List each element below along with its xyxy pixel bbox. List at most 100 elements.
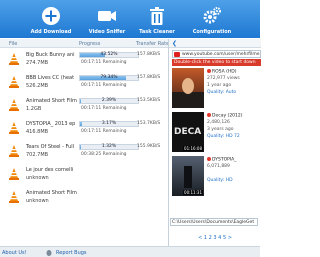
download-row[interactable]: Tears Of Steel - Full 702.7MB 1.32% 00:3… — [0, 141, 170, 163]
download-list-header: File Progress Transfer Rate/Data Comp — [0, 39, 199, 48]
video-duration: 01:16:08 — [183, 146, 203, 151]
download-row[interactable]: Big Buck Bunny ani 274.7MB 43.52% 00:17:… — [0, 49, 170, 71]
download-row[interactable]: Le jour des cornelli unknown — [0, 164, 170, 186]
url-field[interactable]: www.youtube.com/user/mehrfilme — [172, 50, 261, 58]
video-title: DYSTOPIA_ — [212, 157, 237, 163]
time-remaining: 00:17:11 Remaining — [81, 129, 127, 134]
video-quality[interactable]: Quality: Auto — [207, 90, 236, 95]
transfer-rate: 153.5KB/S — [137, 98, 161, 103]
video-age: 1 year ago — [207, 83, 232, 88]
transfer-rate: 157.8KB/S — [137, 52, 161, 57]
record-dot-icon — [207, 69, 211, 73]
video-list: ROSA (HD) 272,977 views 1 year ago Quali… — [169, 68, 261, 233]
video-thumbnail: DECA 01:16:08 — [172, 112, 204, 152]
add-download-button[interactable]: Add Download — [26, 0, 76, 38]
column-progress[interactable]: Progress — [79, 41, 100, 47]
download-row[interactable]: DYSTOPIA_ 2013 ep 416.8MB 3.17% 00:17:11… — [0, 118, 170, 140]
video-thumbnail: 00:11:31 — [172, 156, 204, 196]
trash-icon — [150, 7, 164, 25]
download-row[interactable]: Animated Short Film unknown — [0, 187, 170, 209]
vlc-cone-icon — [9, 76, 19, 88]
video-item[interactable]: ROSA (HD) 272,977 views 1 year ago Quali… — [172, 68, 261, 114]
file-name: BBB Lives CC (heat — [26, 75, 75, 81]
progress-bar: 79.34% — [79, 75, 139, 81]
file-name: Animated Short Film — [26, 98, 77, 104]
vlc-cone-icon — [9, 99, 19, 111]
url-text: www.youtube.com/user/mehrfilme — [182, 52, 260, 57]
file-name: Big Buck Bunny ani — [26, 52, 75, 58]
video-quality[interactable]: Quality: HD — [207, 178, 233, 183]
file-size: unknown — [26, 198, 49, 204]
gears-icon — [203, 7, 221, 24]
progress-bar: 2.39% — [79, 98, 139, 104]
vlc-cone-icon — [9, 122, 19, 134]
save-path-field[interactable]: C:\Users\Users\Documents\EagleGet — [170, 218, 258, 226]
progress-bar: 3.17% — [79, 121, 139, 127]
transfer-rate: 157.8KB/S — [137, 75, 161, 80]
configuration-button[interactable]: Configuration — [186, 0, 238, 38]
file-name: Animated Short Film — [26, 190, 77, 196]
save-path-text: C:\Users\Users\Documents\EagleGet — [172, 220, 255, 225]
video-title: Decay (2012) — [212, 113, 243, 119]
video-title: ROSA (HD) — [212, 69, 237, 75]
task-cleaner-button[interactable]: Task Cleaner — [133, 0, 181, 38]
sniffer-titlebar: ❮ — [169, 39, 261, 48]
video-thumbnail — [172, 68, 204, 108]
video-sniffer-button[interactable]: Video Sniffer — [84, 0, 130, 38]
time-remaining: 00:17:11 Remaining — [81, 60, 127, 65]
pagination[interactable]: < 1 2 3 4 5 > — [169, 235, 261, 243]
time-remaining: 00:17:11 Remaining — [81, 106, 127, 111]
video-camera-icon — [98, 11, 116, 21]
main-toolbar: Add Download Video Sniffer Task Cleaner … — [0, 0, 260, 38]
file-size: 1.2GB — [26, 106, 42, 112]
vlc-cone-icon — [9, 145, 19, 157]
file-size: 416.8MB — [26, 129, 49, 135]
download-list: Big Buck Bunny ani 274.7MB 43.52% 00:17:… — [0, 49, 170, 244]
video-sniffer-panel: ❮ www.youtube.com/user/mehrfilme Double-… — [168, 39, 261, 246]
video-views: 272,977 views — [207, 76, 240, 81]
transfer-rate: 153.7KB/S — [137, 121, 161, 126]
file-size: 702.7MB — [26, 152, 49, 158]
bug-icon — [46, 250, 52, 256]
plus-circle-icon — [42, 7, 60, 25]
youtube-icon — [174, 52, 180, 57]
collapse-arrow-icon[interactable]: ❮ — [172, 40, 177, 47]
column-file[interactable]: File — [9, 41, 17, 47]
status-bar: About Us! Report Bugs — [0, 246, 260, 257]
video-views: 6,071,889 — [207, 164, 230, 169]
video-quality[interactable]: Quality: HD 72 — [207, 134, 240, 139]
add-download-label: Add Download — [30, 29, 72, 35]
progress-bar: 43.52% — [79, 52, 139, 58]
vlc-cone-icon — [9, 191, 19, 203]
download-row[interactable]: BBB Lives CC (heat 526.2MB 79.34% 00:17:… — [0, 72, 170, 94]
file-name: DYSTOPIA_ 2013 ep — [26, 121, 76, 127]
sniffer-hint: Double-click the video to start down — [172, 59, 261, 66]
vlc-cone-icon — [9, 53, 19, 65]
progress-percent: 79.34% — [100, 75, 118, 80]
video-views: 2,480,126 — [207, 120, 230, 125]
record-dot-icon — [207, 113, 211, 117]
progress-percent: 3.17% — [101, 121, 117, 126]
progress-percent: 1.32% — [101, 144, 117, 149]
task-cleaner-label: Task Cleaner — [139, 29, 175, 35]
file-size: 274.7MB — [26, 60, 49, 66]
vlc-cone-icon — [9, 168, 19, 180]
video-item[interactable]: 00:11:31 DYSTOPIA_ 6,071,889 Quality: HD — [172, 156, 261, 202]
video-sniffer-label: Video Sniffer — [88, 29, 126, 35]
progress-bar: 1.32% — [79, 144, 139, 150]
record-dot-icon — [207, 157, 211, 161]
report-bugs-link[interactable]: Report Bugs — [56, 250, 87, 256]
about-us-link[interactable]: About Us! — [2, 250, 27, 256]
transfer-rate: 155.9KB/S — [137, 144, 161, 149]
time-remaining: 00:38:25 Remaining — [81, 152, 127, 157]
file-name: Le jour des cornelli — [26, 167, 74, 173]
video-age: 3 years ago — [207, 127, 234, 132]
time-remaining: 00:17:11 Remaining — [81, 83, 127, 88]
file-size: 526.2MB — [26, 83, 49, 89]
progress-percent: 43.52% — [100, 52, 118, 57]
video-duration: 00:11:31 — [183, 190, 203, 195]
file-name: Tears Of Steel - Full — [26, 144, 75, 150]
video-item[interactable]: DECA 01:16:08 Decay (2012) 2,480,126 3 y… — [172, 112, 261, 158]
download-row[interactable]: Animated Short Film 1.2GB 2.39% 00:17:11… — [0, 95, 170, 117]
configuration-label: Configuration — [192, 29, 232, 35]
